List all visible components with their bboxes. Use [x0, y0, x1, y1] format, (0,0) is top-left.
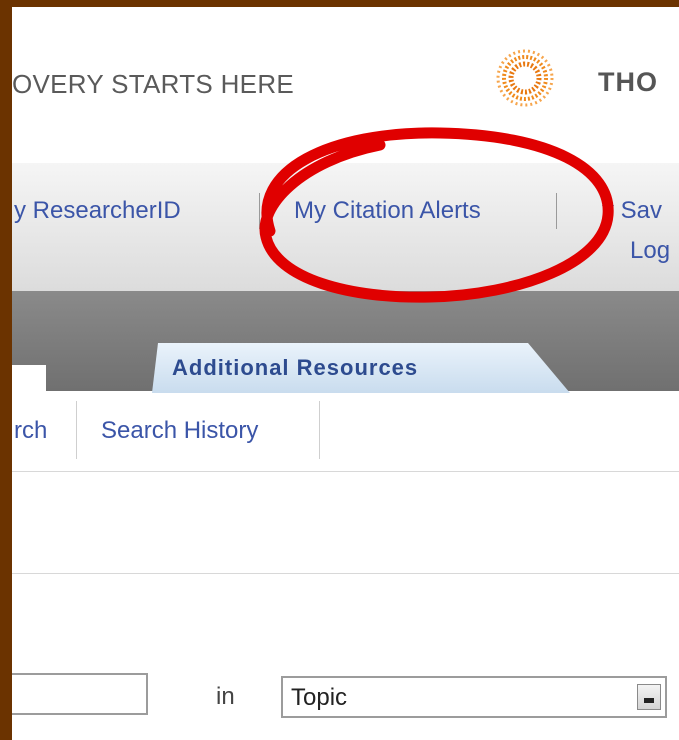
- in-label: in: [216, 683, 235, 710]
- subnav-search[interactable]: rch: [14, 417, 47, 445]
- red-ellipse-annotation: [259, 127, 614, 303]
- subnav-separator: [319, 401, 320, 459]
- select-value: Topic: [291, 684, 348, 711]
- subnav-separator: [76, 401, 77, 459]
- subnav-search-history[interactable]: Search History: [101, 417, 258, 445]
- divider: [12, 573, 679, 574]
- sub-nav: rch Search History: [12, 393, 679, 472]
- search-field-select[interactable]: Topic: [281, 676, 667, 718]
- brand-name: THO: [598, 67, 658, 97]
- dropdown-arrow-icon[interactable]: [637, 684, 661, 710]
- thomson-reuters-logo-icon: [496, 49, 554, 107]
- nav-my-researcherid[interactable]: y ResearcherID: [14, 197, 181, 225]
- tab-additional-resources-label: Additional Resources: [172, 355, 419, 380]
- tagline: OVERY STARTS HERE: [12, 69, 295, 99]
- search-term-input[interactable]: [12, 673, 148, 715]
- browser-page: OVERY STARTS HERE THO y ResearcherID My …: [12, 7, 679, 740]
- active-tab-edge: [12, 365, 46, 393]
- nav-logout[interactable]: Log: [630, 237, 670, 265]
